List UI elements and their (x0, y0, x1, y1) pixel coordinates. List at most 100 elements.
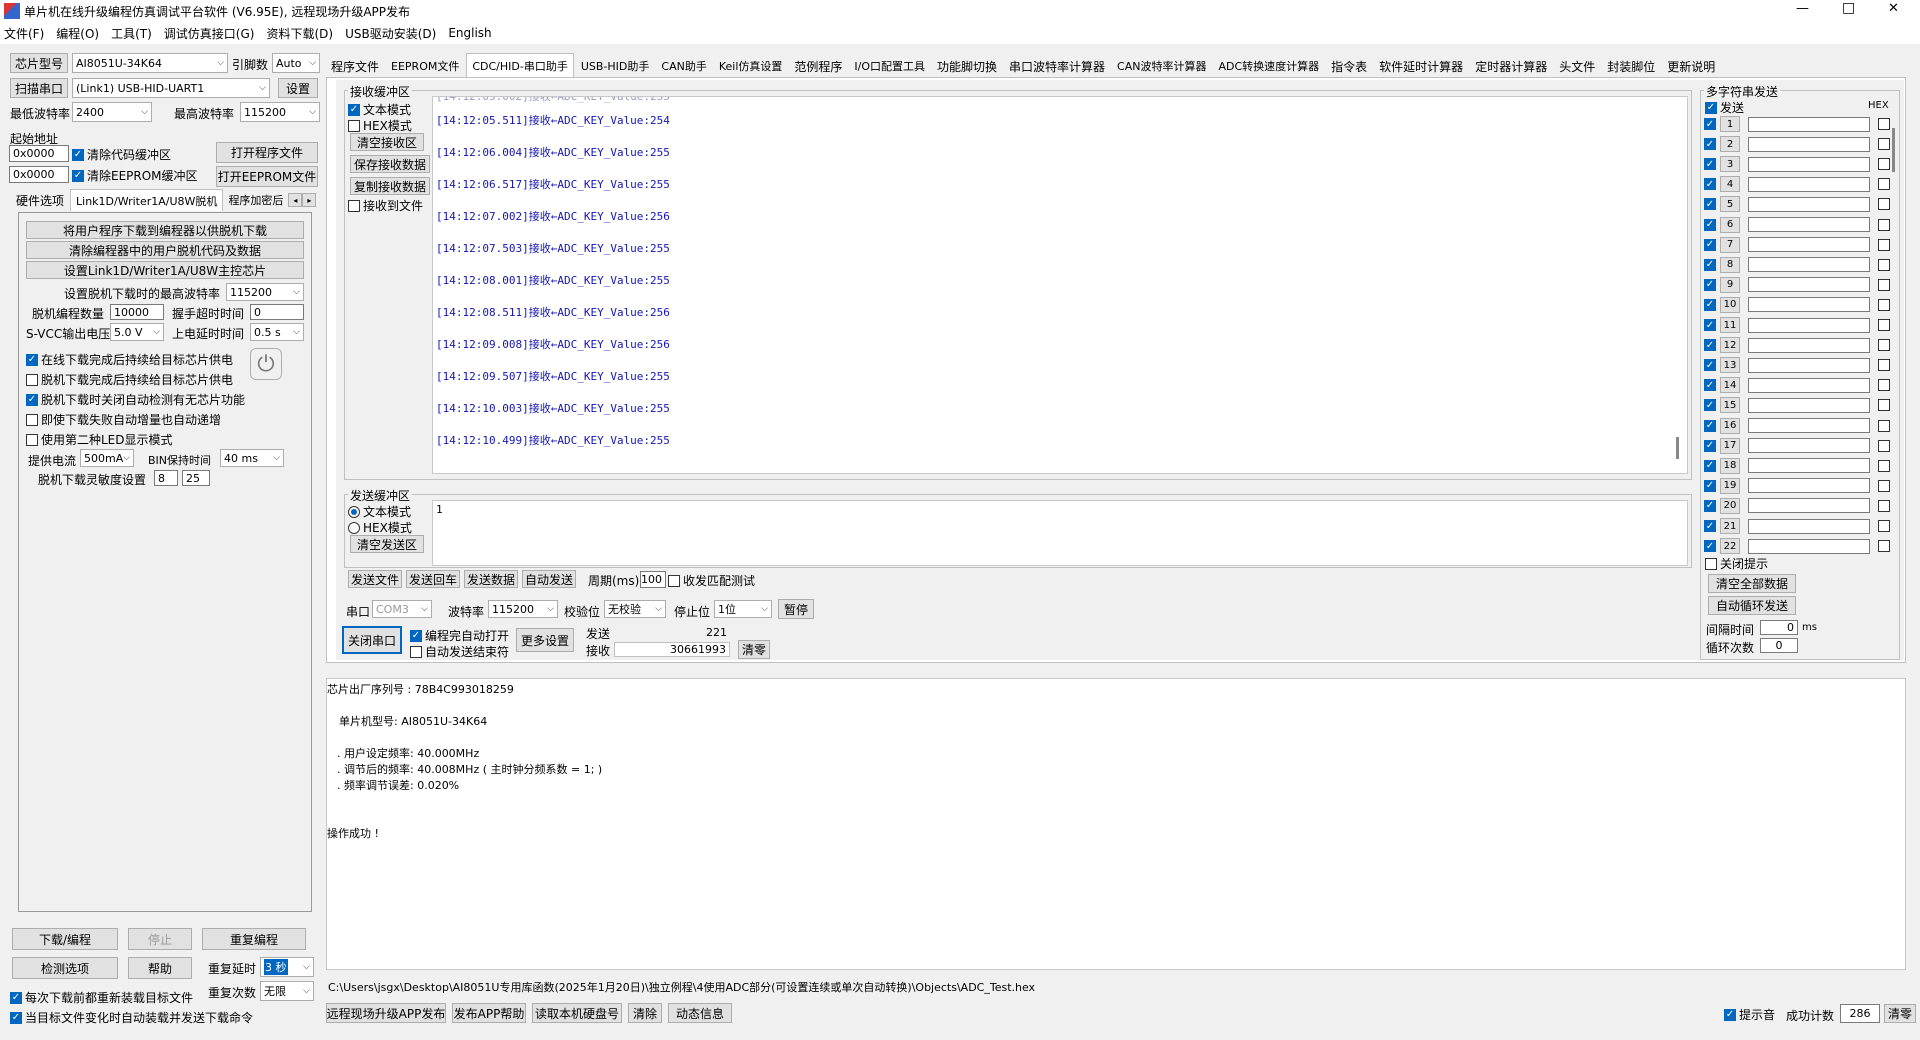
multi-send-row-button[interactable]: 6 (1720, 216, 1740, 233)
tab-pin-switch[interactable]: 功能脚切换 (932, 55, 1002, 77)
multi-send-row-button[interactable]: 2 (1720, 136, 1740, 153)
max-offline-baud-select[interactable]: 115200 ⌵ (226, 283, 304, 301)
hex-checkbox-icon[interactable] (1878, 158, 1890, 171)
clear-send-button[interactable]: 清空发送区 (350, 535, 424, 553)
multi-send-row-input[interactable] (1748, 458, 1870, 474)
clear-log-button[interactable]: 清除 (628, 1003, 662, 1023)
hex-checkbox-icon[interactable] (1878, 419, 1890, 432)
hex-checkbox-icon[interactable] (1878, 198, 1890, 211)
tab-timer-calc[interactable]: 定时器计算器 (1470, 55, 1552, 77)
tab-program-file[interactable]: 程序文件 (326, 55, 384, 77)
interval-input[interactable]: 0 (1760, 620, 1798, 635)
log-scrollbar-thumb[interactable] (1905, 881, 1906, 949)
loops-input[interactable]: 0 (1760, 638, 1798, 653)
power-delay-select[interactable]: 0.5 s ⌵ (250, 323, 304, 341)
tab-scroll-left[interactable]: ◂ (288, 193, 303, 207)
help-button[interactable]: 帮助 (128, 957, 192, 979)
check-icon[interactable]: ✓ (1704, 218, 1716, 231)
hex-checkbox-icon[interactable] (1878, 479, 1890, 492)
handshake-timeout-input[interactable]: 0 (250, 304, 304, 320)
multi-send-row-button[interactable]: 11 (1720, 317, 1740, 333)
auto-open-checkbox[interactable]: ✓ 编程完自动打开 (410, 627, 509, 644)
stopbit-select[interactable]: 1位 ⌵ (714, 600, 772, 618)
check-icon[interactable]: ✓ (1704, 520, 1716, 532)
auto-end-checkbox[interactable]: 自动发送结束符 (410, 643, 509, 660)
receive-to-file-checkbox[interactable]: 接收到文件 (348, 197, 423, 214)
clear-all-button[interactable]: 清空全部数据 (1708, 574, 1796, 593)
disable-detect-checkbox[interactable]: ✓ 脱机下载时关闭自动检测有无芯片功能 (26, 391, 245, 408)
multi-send-row-input[interactable] (1748, 498, 1870, 514)
hex-checkbox-icon[interactable] (1878, 359, 1890, 372)
repeat-delay-select[interactable]: 3 秒 ⌵ (260, 957, 314, 977)
close-button[interactable]: ✕ (1888, 1, 1899, 16)
minimize-button[interactable]: — (1796, 1, 1809, 16)
multi-send-row-input[interactable] (1748, 217, 1870, 232)
multi-send-row-button[interactable]: 3 (1720, 156, 1740, 173)
multi-send-row-input[interactable] (1748, 176, 1870, 192)
copy-receive-button[interactable]: 复制接收数据 (350, 177, 430, 195)
tab-can-helper[interactable]: CAN助手 (656, 55, 711, 77)
tab-uart-baud-calc[interactable]: 串口波特率计算器 (1004, 55, 1110, 77)
hex-checkbox-icon[interactable] (1878, 178, 1890, 191)
send-data-button[interactable]: 发送数据 (464, 570, 518, 588)
check-icon[interactable]: ✓ (1704, 158, 1716, 171)
multi-send-row-input[interactable] (1748, 317, 1870, 333)
set-master-chip-button[interactable]: 设置Link1D/Writer1A/U8W主控芯片 (26, 261, 304, 279)
multi-send-row-button[interactable]: 14 (1720, 377, 1740, 394)
multi-send-row-input[interactable] (1748, 478, 1870, 494)
send-enter-button[interactable]: 发送回车 (406, 570, 460, 588)
hex-checkbox-icon[interactable] (1878, 459, 1890, 472)
hex-checkbox-icon[interactable] (1878, 379, 1890, 392)
tab-io-config[interactable]: I/O口配置工具 (849, 55, 930, 77)
multi-send-row-input[interactable] (1748, 538, 1870, 554)
stop-button[interactable]: 停止 (128, 928, 192, 950)
menu-debug[interactable]: 调试仿真接口(G) (164, 25, 255, 42)
multi-scrollbar-thumb[interactable] (1892, 128, 1895, 172)
tab-cdc-hid-serial[interactable]: CDC/HID-串口助手 (466, 53, 574, 77)
multi-send-row-input[interactable] (1748, 156, 1870, 172)
tab-keil-settings[interactable]: Keil仿真设置 (714, 55, 788, 77)
check-icon[interactable]: ✓ (1704, 379, 1716, 392)
check-icon[interactable]: ✓ (1704, 540, 1716, 553)
check-icon[interactable]: ✓ (1704, 298, 1716, 311)
tab-examples[interactable]: 范例程序 (789, 55, 847, 77)
period-input[interactable]: 100 (640, 571, 666, 588)
send-file-button[interactable]: 发送文件 (348, 570, 402, 588)
check-icon[interactable]: ✓ (1704, 238, 1716, 251)
bin-hold-select[interactable]: 40 ms ⌵ (220, 449, 284, 467)
auto-increment-checkbox[interactable]: 即使下载失败自动增量也自动递增 (26, 411, 221, 428)
svcc-select[interactable]: 5.0 V ⌵ (110, 323, 164, 341)
multi-send-row-input[interactable] (1748, 438, 1870, 454)
clear-count-button[interactable]: 清零 (738, 640, 770, 659)
menu-download[interactable]: 资料下载(D) (266, 25, 333, 42)
multi-send-row-button[interactable]: 4 (1720, 176, 1740, 193)
led-mode-checkbox[interactable]: 使用第二种LED显示模式 (26, 431, 173, 448)
multi-send-row-input[interactable] (1748, 237, 1870, 253)
tab-link1d-offline[interactable]: Link1D/Writer1A/U8W脱机 (70, 189, 224, 211)
multi-send-row-input[interactable] (1748, 377, 1870, 393)
hex-checkbox-icon[interactable] (1878, 439, 1890, 452)
tab-scroll-right[interactable]: ▸ (302, 193, 317, 207)
online-power-checkbox[interactable]: ✓ 在线下载完成后持续给目标芯片供电 (26, 351, 233, 368)
multi-send-row-button[interactable]: 19 (1720, 477, 1740, 494)
multi-send-row-button[interactable]: 20 (1720, 497, 1740, 514)
multi-send-row-input[interactable] (1748, 116, 1870, 132)
tab-delay-calc[interactable]: 软件延时计算器 (1374, 55, 1468, 77)
check-icon[interactable]: ✓ (1704, 319, 1716, 331)
current-select[interactable]: 500mA ⌵ (80, 449, 134, 467)
sensitivity-input-1[interactable]: 8 (154, 470, 178, 486)
multi-send-row-button[interactable]: 8 (1720, 256, 1740, 273)
multi-send-row-input[interactable] (1748, 136, 1870, 152)
multi-send-row-button[interactable]: 18 (1720, 457, 1740, 474)
download-to-programmer-button[interactable]: 将用户程序下载到编程器以供脱机下载 (26, 221, 304, 239)
send-text-mode-radio[interactable]: 文本模式 (348, 503, 411, 520)
multi-send-row-button[interactable]: 22 (1720, 538, 1740, 555)
maximize-button[interactable]: □ (1842, 0, 1855, 16)
tab-usb-hid[interactable]: USB-HID助手 (576, 55, 655, 77)
scan-port-button[interactable]: 扫描串口 (10, 78, 68, 98)
hex-checkbox-icon[interactable] (1878, 399, 1890, 412)
multi-send-row-button[interactable]: 21 (1720, 518, 1740, 534)
tab-hardware-options[interactable]: 硬件选项 (10, 189, 70, 211)
settings-button[interactable]: 设置 (278, 78, 318, 98)
baud-select[interactable]: 115200 ⌵ (488, 600, 558, 618)
